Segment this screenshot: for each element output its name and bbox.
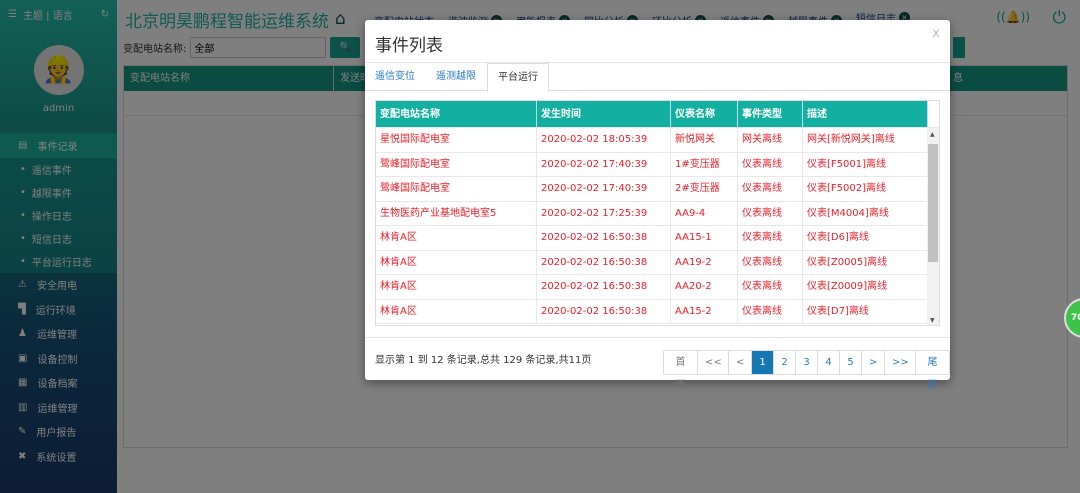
event-list-modal: 事件列表 x 遥信变位 遥测越限 平台运行 变配电站名称 发生时间 仪表名称 事… xyxy=(365,20,950,391)
table-cell: 鹭峰国际配电室 xyxy=(376,177,537,201)
table-cell: 仪表[M4004]离线 xyxy=(803,201,928,225)
scrollbar[interactable]: ▲ ▼ xyxy=(927,128,939,325)
table-row[interactable]: 林肯A区 2020-02-02 16:50:38 AA15-2 仪表离线 仪表[D7]离… xyxy=(376,299,939,324)
table-cell: AA15-2 xyxy=(671,299,738,323)
page-button[interactable]: < xyxy=(729,351,752,374)
table-cell: 仪表离线 xyxy=(738,201,803,225)
page-button[interactable]: 首页 xyxy=(664,351,699,391)
pagination-info: 显示第 1 到 12 条记录,总共 129 条记录,共11页 xyxy=(375,355,592,366)
page-button[interactable]: 1 xyxy=(752,351,774,374)
scroll-down-icon[interactable]: ▼ xyxy=(930,317,935,324)
close-icon[interactable]: x xyxy=(932,26,940,41)
modal-title: 事件列表 xyxy=(375,36,443,56)
column-header: 仪表名称 xyxy=(671,101,738,127)
table-cell: 林肯A区 xyxy=(376,275,537,299)
scrollbar-thumb[interactable] xyxy=(928,144,938,262)
table-cell: AA20-2 xyxy=(671,275,738,299)
table-cell: 2020-02-02 16:50:38 xyxy=(537,250,671,274)
table-cell: 仪表离线 xyxy=(738,152,803,176)
tab-platform-running[interactable]: 平台运行 xyxy=(487,63,549,92)
table-cell: 网关[新悦网关]离线 xyxy=(803,128,928,152)
table-row[interactable]: 林肯A区 2020-02-02 16:50:38 AA19-2 仪表离线 仪表[Z000… xyxy=(376,250,939,275)
table-row[interactable]: 鹭峰国际配电室 2020-02-02 17:40:39 1#变压器 仪表离线 仪表[F5… xyxy=(376,152,939,177)
table-cell: 2020-02-02 16:50:38 xyxy=(537,226,671,250)
table-cell: 仪表[F5001]离线 xyxy=(803,152,928,176)
pagination: 首页 << <1 2 3 4 5 > >> 尾页 xyxy=(663,350,950,391)
table-cell: 林肯A区 xyxy=(376,299,537,323)
column-header: 变配电站名称 xyxy=(376,101,537,127)
page-button[interactable]: 2 xyxy=(774,351,796,374)
modal-divider xyxy=(365,337,950,338)
column-header: 发生时间 xyxy=(537,101,671,127)
table-cell: AA19-2 xyxy=(671,250,738,274)
table-cell: 仪表[Z0005]离线 xyxy=(803,250,928,274)
table-row[interactable]: 林肯A区 2020-02-02 16:50:38 AA15-1 仪表离线 仪表[D6]离… xyxy=(376,226,939,251)
table-cell: 仪表离线 xyxy=(738,177,803,201)
table-cell: 仪表[F5002]离线 xyxy=(803,177,928,201)
table-cell: 仪表离线 xyxy=(738,275,803,299)
page-button[interactable]: 5 xyxy=(840,351,862,374)
table-cell: 仪表离线 xyxy=(738,250,803,274)
page-button[interactable]: 4 xyxy=(818,351,840,374)
table-cell: 星悦国际配电室 xyxy=(376,128,537,152)
table-row[interactable]: 鹭峰国际配电室 2020-02-02 17:40:39 2#变压器 仪表离线 仪表[F5… xyxy=(376,177,939,202)
table-cell: 新悦网关 xyxy=(671,128,738,152)
page-button[interactable]: >> xyxy=(885,351,916,374)
column-header: 描述 xyxy=(803,101,928,127)
page-button[interactable]: > xyxy=(862,351,885,374)
table-cell: AA9-4 xyxy=(671,201,738,225)
table-cell: 2020-02-02 17:40:39 xyxy=(537,152,671,176)
table-cell: 仪表离线 xyxy=(738,299,803,323)
column-header: 事件类型 xyxy=(738,101,803,127)
table-cell: 仪表[D6]离线 xyxy=(803,226,928,250)
table-cell: 鹭峰国际配电室 xyxy=(376,152,537,176)
page-button[interactable]: << xyxy=(698,351,730,374)
table-cell: 2#变压器 xyxy=(671,177,738,201)
table-cell: 仪表[Z0009]离线 xyxy=(803,275,928,299)
table-cell: 1#变压器 xyxy=(671,152,738,176)
page-button[interactable]: 3 xyxy=(796,351,818,374)
table-cell: 仪表[D7]离线 xyxy=(803,299,928,323)
table-cell: 林肯A区 xyxy=(376,226,537,250)
table-cell: 2020-02-02 16:50:38 xyxy=(537,275,671,299)
page-button[interactable]: 尾页 xyxy=(916,351,949,391)
table-row[interactable]: 星悦国际配电室 2020-02-02 18:05:39 新悦网关 网关离线 网关[新悦网… xyxy=(376,128,939,153)
table-cell: 网关离线 xyxy=(738,128,803,152)
table-cell: AA15-1 xyxy=(671,226,738,250)
scroll-up-icon[interactable]: ▲ xyxy=(930,131,935,138)
tab-remote-signal-change[interactable]: 遥信变位 xyxy=(375,63,415,92)
event-table: 变配电站名称 发生时间 仪表名称 事件类型 描述 星悦国际配电室 2020-02-… xyxy=(375,100,940,326)
table-header: 变配电站名称 发生时间 仪表名称 事件类型 描述 xyxy=(376,101,939,128)
table-cell: 仪表离线 xyxy=(738,226,803,250)
modal-tabs: 遥信变位 遥测越限 平台运行 xyxy=(365,62,950,92)
table-row[interactable]: 生物医药产业基地配电室5 2020-02-02 17:25:39 AA9-4 仪表离线… xyxy=(376,201,939,226)
table-cell: 2020-02-02 17:40:39 xyxy=(537,177,671,201)
table-cell: 林肯A区 xyxy=(376,250,537,274)
table-cell: 2020-02-02 16:50:38 xyxy=(537,299,671,323)
table-cell: 2020-02-02 17:25:39 xyxy=(537,201,671,225)
table-cell: 生物医药产业基地配电室5 xyxy=(376,201,537,225)
table-row[interactable]: 林肯A区 2020-02-02 16:50:38 AA20-2 仪表离线 仪表[Z000… xyxy=(376,275,939,300)
table-cell: 2020-02-02 18:05:39 xyxy=(537,128,671,152)
tab-telemetry-over-limit[interactable]: 遥测越限 xyxy=(436,63,476,92)
